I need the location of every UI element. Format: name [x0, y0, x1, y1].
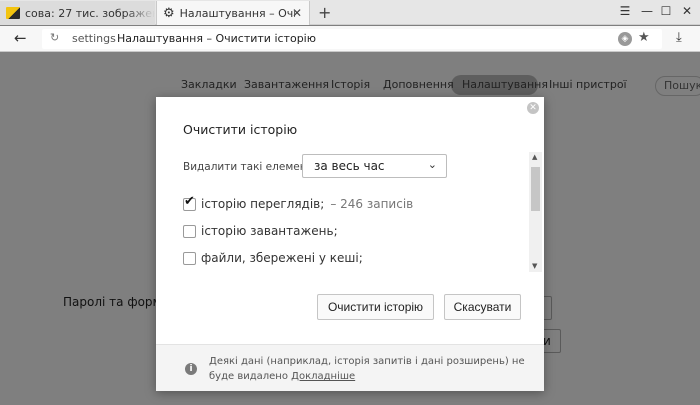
back-arrow-icon[interactable]: ←	[14, 29, 27, 47]
nav-bookmarks[interactable]: Закладки	[181, 78, 237, 91]
browsing-history-checkbox[interactable]	[183, 194, 196, 211]
tab-label: Налаштування – Очистит	[179, 6, 295, 20]
cached-files-checkbox[interactable]	[183, 251, 196, 265]
item-browsing-history[interactable]: історію переглядів; – 246 записів	[183, 194, 414, 211]
item-cached-files[interactable]: файли, збережені у кеші;	[183, 251, 363, 265]
clear-history-dialog: ✕ Очистити історію Видалити такі елемент…	[156, 97, 544, 391]
footer-note: Деякі дані (наприклад, історія запитів і…	[209, 354, 529, 384]
learn-more-link[interactable]: Докладніше	[291, 371, 355, 382]
bookmark-star-icon[interactable]: ★	[638, 30, 650, 45]
scroll-up-icon[interactable]: ▲	[532, 153, 537, 161]
item-count: – 246 записів	[330, 197, 414, 211]
info-icon: i	[185, 363, 197, 375]
reload-icon[interactable]: ↻	[50, 31, 59, 44]
omnibox[interactable]: ↻ settings Налаштування – Очистити істор…	[42, 29, 662, 49]
dialog-footer: i Деякі дані (наприклад, історія запитів…	[156, 344, 544, 391]
address-bar: ← ↻ settings Налаштування – Очистити іст…	[0, 26, 700, 52]
url-prefix: settings	[72, 32, 116, 45]
settings-search-input[interactable]: Пошук	[655, 76, 700, 96]
title-bar: сова: 27 тис. зображень зн ⚙ Налаштуванн…	[0, 0, 700, 25]
yandex-images-icon	[6, 7, 20, 19]
close-tab-icon[interactable]: ✕	[292, 6, 302, 20]
clear-history-button[interactable]: Очистити історію	[317, 294, 434, 320]
protect-icon[interactable]: ◈	[618, 32, 632, 46]
menu-icon[interactable]: ☰	[616, 4, 634, 18]
passwords-forms-label: Паролі та форми	[63, 295, 170, 309]
cancel-button[interactable]: Скасувати	[444, 294, 521, 320]
item-label: історію переглядів;	[201, 197, 325, 211]
download-icon[interactable]: ⤓	[676, 30, 682, 45]
scroll-down-icon[interactable]: ▼	[532, 262, 537, 270]
tab-images[interactable]: сова: 27 тис. зображень зн	[0, 1, 155, 25]
nav-history[interactable]: Історія	[331, 78, 370, 91]
maximize-icon[interactable]: ☐	[657, 4, 675, 18]
item-download-history[interactable]: історію завантажень;	[183, 224, 338, 238]
url-page-title: Налаштування – Очистити історію	[117, 32, 316, 45]
nav-settings[interactable]: Налаштування	[462, 78, 548, 91]
close-window-icon[interactable]: ✕	[678, 4, 696, 18]
scrollbar-thumb[interactable]	[531, 167, 540, 211]
period-value: за весь час	[314, 159, 385, 173]
nav-extensions[interactable]: Доповнення	[383, 78, 454, 91]
period-select[interactable]: за весь час ⌄	[302, 154, 447, 178]
gear-icon: ⚙	[163, 5, 175, 21]
item-label: історію завантажень;	[201, 224, 338, 238]
download-history-checkbox[interactable]	[183, 224, 196, 238]
minimize-icon[interactable]: —	[638, 4, 656, 18]
footer-text: Деякі дані (наприклад, історія запитів і…	[209, 356, 525, 382]
nav-downloads[interactable]: Завантаження	[244, 78, 329, 91]
dialog-title: Очистити історію	[183, 122, 298, 137]
close-dialog-icon[interactable]: ✕	[527, 102, 539, 114]
nav-other-devices[interactable]: Інші пристрої	[549, 78, 627, 91]
tab-settings[interactable]: ⚙ Налаштування – Очистит ✕	[156, 1, 310, 25]
chevron-down-icon: ⌄	[427, 158, 437, 171]
new-tab-button[interactable]: +	[318, 3, 331, 22]
item-label: файли, збережені у кеші;	[201, 251, 363, 265]
